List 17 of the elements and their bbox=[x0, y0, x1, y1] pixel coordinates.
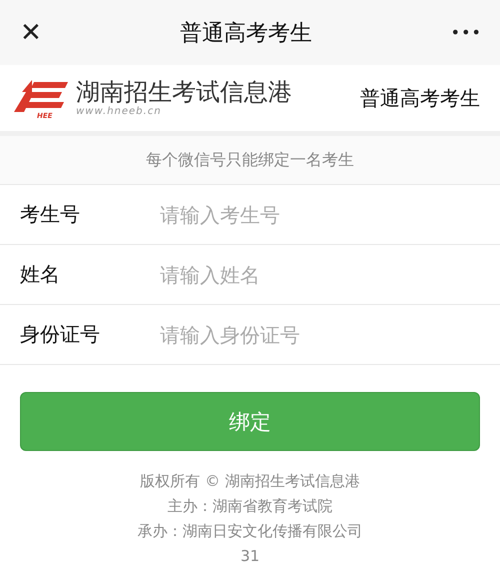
page-title: 普通高考考生 bbox=[180, 20, 312, 48]
site-name: 湖南招生考试信息港 bbox=[76, 79, 292, 106]
category-label: 普通高考考生 bbox=[360, 84, 480, 112]
field-label: 考生号 bbox=[20, 201, 81, 228]
site-url: www.hneeb.cn bbox=[76, 106, 162, 117]
notice-text: 每个微信号只能绑定一名考生 bbox=[146, 150, 354, 170]
footer-text: 31 bbox=[240, 546, 260, 566]
input-field[interactable]: 请输入身份证号 bbox=[160, 322, 460, 346]
close-icon[interactable]: ✕ bbox=[20, 20, 42, 46]
field-label: 姓名 bbox=[20, 261, 61, 288]
footer-text: 承办：湖南日安文化传播有限公司 bbox=[138, 521, 362, 541]
footer-text: 版权所有 © 湖南招生考试信息港 bbox=[140, 471, 360, 491]
footer-text: 主办：湖南省教育考试院 bbox=[168, 496, 332, 516]
input-field[interactable]: 请输入姓名 bbox=[160, 262, 460, 286]
field-label: 身份证号 bbox=[20, 321, 101, 348]
more-icon[interactable]: ••• bbox=[450, 23, 482, 42]
input-field[interactable]: 请输入考生号 bbox=[160, 202, 460, 226]
